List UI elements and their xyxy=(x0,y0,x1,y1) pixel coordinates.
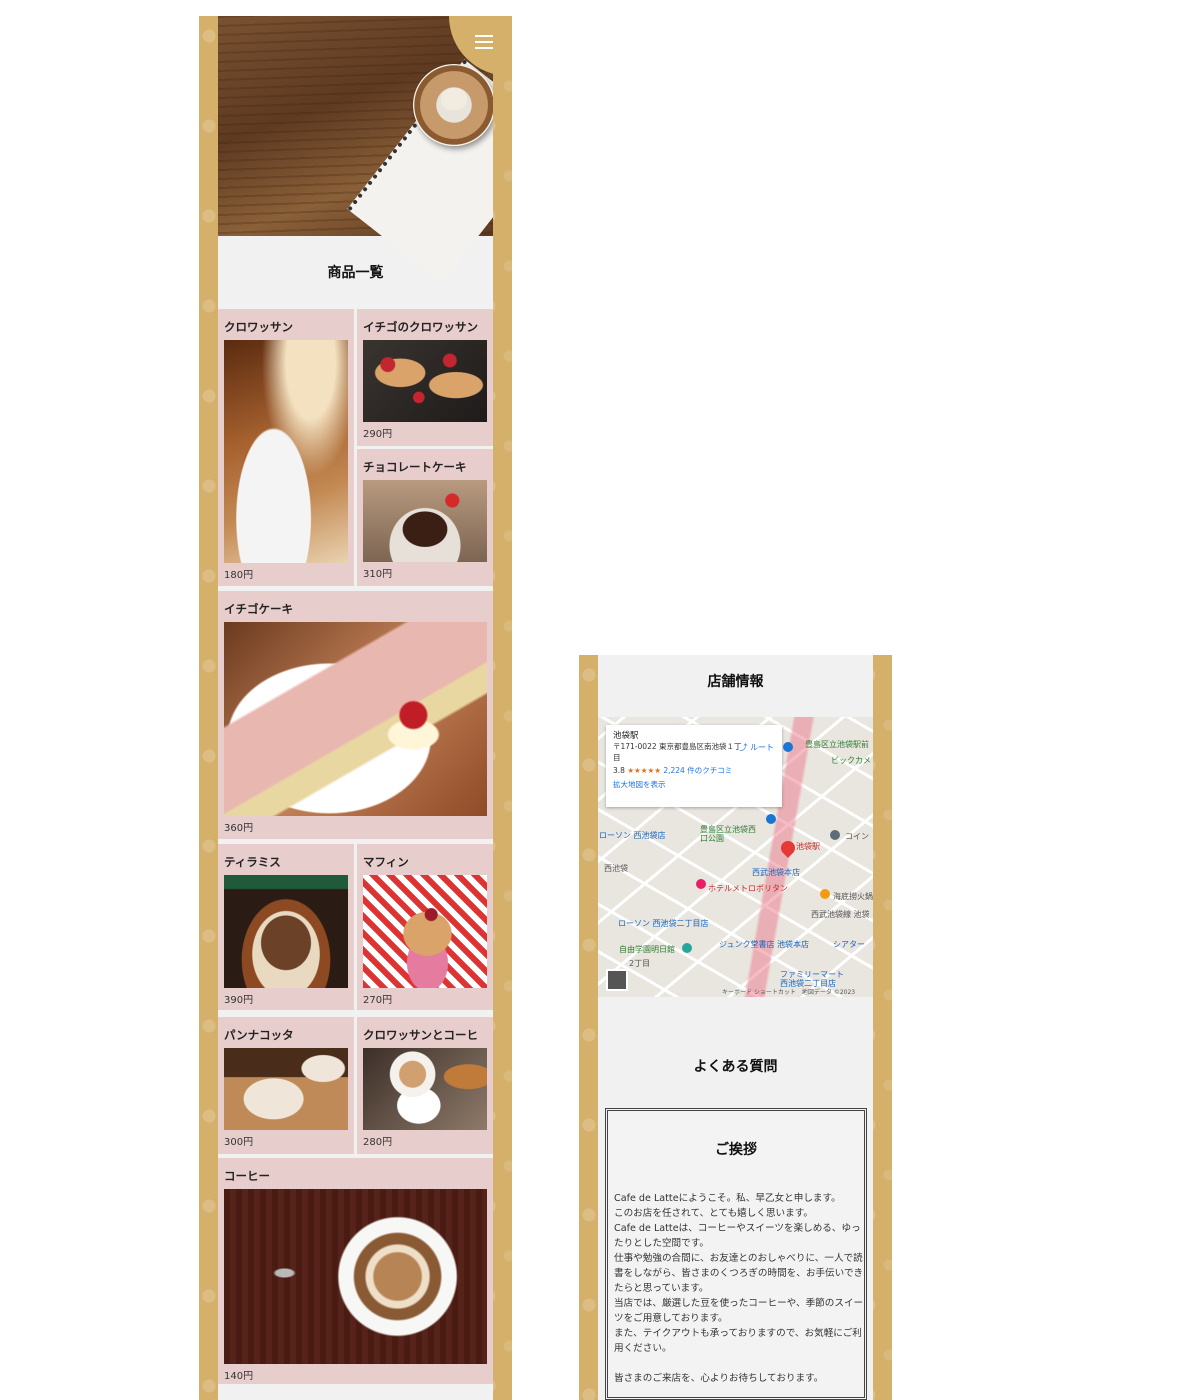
greeting-box: ご挨拶 Cafe de Latteにようこそ。私、早乙女と申します。 このお店を… xyxy=(605,1108,867,1400)
product-card[interactable]: クロワッサンとコーヒ 280円 xyxy=(357,1017,493,1154)
tiramisu-photo xyxy=(224,875,348,988)
map-label: ジュンク堂書店 池袋本店 xyxy=(719,940,809,949)
map-label: ホテルメトロポリタン xyxy=(708,884,788,893)
pannacotta-photo xyxy=(224,1048,348,1130)
product-price: 180円 xyxy=(224,570,254,581)
map-pin-icon xyxy=(778,838,798,858)
greeting-paragraph: また、テイクアウトも承っておりますので、お気軽にご利用ください。 xyxy=(614,1328,862,1354)
product-price: 140円 xyxy=(224,1371,254,1382)
map-label: ローソン 西池袋二丁目店 xyxy=(618,919,709,928)
map-rating: 3.8 xyxy=(613,765,625,775)
muffin-photo xyxy=(363,875,487,988)
map-label: 西武池袋本店 xyxy=(752,868,800,877)
map-address: 〒171-0022 東京都豊島区南池袋１丁目 xyxy=(613,742,742,762)
map-label: 西池袋 xyxy=(604,864,628,873)
product-card[interactable]: コーヒー 140円 xyxy=(218,1158,493,1384)
map-poi-icon xyxy=(820,889,830,899)
product-name: チョコレートケーキ xyxy=(363,460,467,474)
product-price: 360円 xyxy=(224,823,254,834)
map-label: 海底撈火鍋 xyxy=(833,892,873,901)
map-place-name: 池袋駅 xyxy=(613,731,639,741)
store-section-title: 店舗情報 xyxy=(707,674,764,690)
croissant-photo xyxy=(224,340,348,563)
map-label: 池袋駅 xyxy=(796,842,820,851)
product-name: クロワッサンとコーヒ xyxy=(363,1028,478,1042)
product-card[interactable]: イチゴケーキ 360円 xyxy=(218,591,493,839)
hamburger-icon-line xyxy=(475,47,493,49)
product-card[interactable]: クロワッサン 180円 xyxy=(218,309,354,586)
product-card[interactable]: チョコレートケーキ 310円 xyxy=(357,449,493,586)
map-poi-icon xyxy=(783,742,793,752)
map-label: コイン xyxy=(845,832,869,841)
map-route-button[interactable]: ⤴ ルート xyxy=(739,743,774,754)
product-card[interactable]: パンナコッタ 300円 xyxy=(218,1017,354,1154)
mobile-frame-left: 商品一覧 クロワッサン 180円 イチゴのクロワッサン 290円 チョコレートケ… xyxy=(199,16,512,1400)
product-name: コーヒー xyxy=(224,1169,270,1183)
map-label: 西武池袋線 池袋 xyxy=(811,910,870,919)
product-price: 270円 xyxy=(363,995,393,1006)
hamburger-icon-line xyxy=(475,41,493,43)
product-price: 390円 xyxy=(224,995,254,1006)
map-label: シアター xyxy=(833,940,865,949)
faq-section-title: よくある質問 xyxy=(693,1059,778,1075)
greeting-title: ご挨拶 xyxy=(715,1142,757,1158)
page-content-left: 商品一覧 クロワッサン 180円 イチゴのクロワッサン 290円 チョコレートケ… xyxy=(218,16,493,1400)
product-card[interactable]: ティラミス 390円 xyxy=(218,844,354,1010)
product-price: 300円 xyxy=(224,1137,254,1148)
map-label: 豊島区立池袋西口公園 xyxy=(700,825,756,843)
hero-image xyxy=(218,16,493,283)
google-map[interactable]: 池袋駅 〒171-0022 東京都豊島区南池袋１丁目 ⤴ ルート 3.8 ★★★… xyxy=(598,717,873,997)
product-price: 280円 xyxy=(363,1137,393,1148)
map-footer: キーボード ショートカット 地図データ ©2023 xyxy=(722,989,856,996)
map-reviews-link[interactable]: 2,224 件のクチコミ xyxy=(663,766,732,775)
hamburger-icon-line xyxy=(475,35,493,37)
page-content-right: 店舗情報 池袋駅 〒171-0022 東京都豊島区南池袋１丁目 ⤴ ルート 3.… xyxy=(598,655,873,1400)
map-label: ファミリーマート 西池袋二丁目店 xyxy=(780,970,844,988)
directions-icon: ⤴ xyxy=(739,743,748,752)
product-card[interactable]: イチゴのクロワッサン 290円 xyxy=(357,309,493,446)
product-price: 310円 xyxy=(363,569,393,580)
map-label: ビックカメ xyxy=(831,756,871,765)
greeting-paragraph: このお店を任されて、とても嬉しく思います。 xyxy=(614,1208,813,1219)
greeting-paragraph: 仕事や勉強の合間に、お友達とのおしゃべりに、一人で読書をしながら、皆さまのくつろ… xyxy=(614,1253,864,1294)
product-price: 290円 xyxy=(363,429,393,440)
latte-cup-graphic xyxy=(413,64,493,146)
map-info-card: 池袋駅 〒171-0022 東京都豊島区南池袋１丁目 ⤴ ルート 3.8 ★★★… xyxy=(606,725,782,807)
product-name: マフィン xyxy=(363,855,409,869)
map-enlarge-link[interactable]: 拡大地図を表示 xyxy=(613,780,775,790)
strawberry-croissant-photo xyxy=(363,340,487,422)
product-name: パンナコッタ xyxy=(224,1028,294,1042)
strawberry-cake-photo xyxy=(224,622,487,816)
products-section-title: 商品一覧 xyxy=(327,265,384,281)
map-label: 2丁目 xyxy=(629,959,651,968)
map-poi-icon xyxy=(682,943,692,953)
mobile-frame-right: 店舗情報 池袋駅 〒171-0022 東京都豊島区南池袋１丁目 ⤴ ルート 3.… xyxy=(579,655,892,1400)
map-poi-icon xyxy=(696,879,706,889)
product-card[interactable]: マフィン 270円 xyxy=(357,844,493,1010)
greeting-paragraph: 当店では、厳選した豆を使ったコーヒーや、季節のスイーツをご用意しております。 xyxy=(614,1298,864,1324)
croissant-coffee-photo xyxy=(363,1048,487,1130)
product-name: イチゴケーキ xyxy=(224,602,293,616)
map-poi-icon xyxy=(766,814,776,824)
map-label: 自由学園明日館 xyxy=(619,945,675,954)
product-name: ティラミス xyxy=(224,855,281,869)
chocolate-cake-photo xyxy=(363,480,487,562)
product-name: イチゴのクロワッサン xyxy=(363,320,478,334)
map-label: 豊島区立池袋駅前 xyxy=(805,740,869,749)
coffee-photo xyxy=(224,1189,487,1364)
product-name: クロワッサン xyxy=(224,320,293,334)
greeting-closing: 皆さまのご来店を、心よりお待ちしております。 xyxy=(614,1373,824,1384)
map-rating-stars: ★★★★★ xyxy=(627,765,661,775)
greeting-paragraph: Cafe de Latteは、コーヒーやスイーツを楽しめる、ゆったりとした空間で… xyxy=(614,1223,861,1249)
street-view-thumbnail[interactable] xyxy=(606,969,628,991)
map-poi-icon xyxy=(830,830,840,840)
greeting-paragraph: Cafe de Latteにようこそ。私、早乙女と申します。 xyxy=(614,1193,841,1204)
map-label: ローソン 西池袋店 xyxy=(599,831,666,840)
greeting-body: Cafe de Latteにようこそ。私、早乙女と申します。 このお店を任されて… xyxy=(614,1191,864,1356)
